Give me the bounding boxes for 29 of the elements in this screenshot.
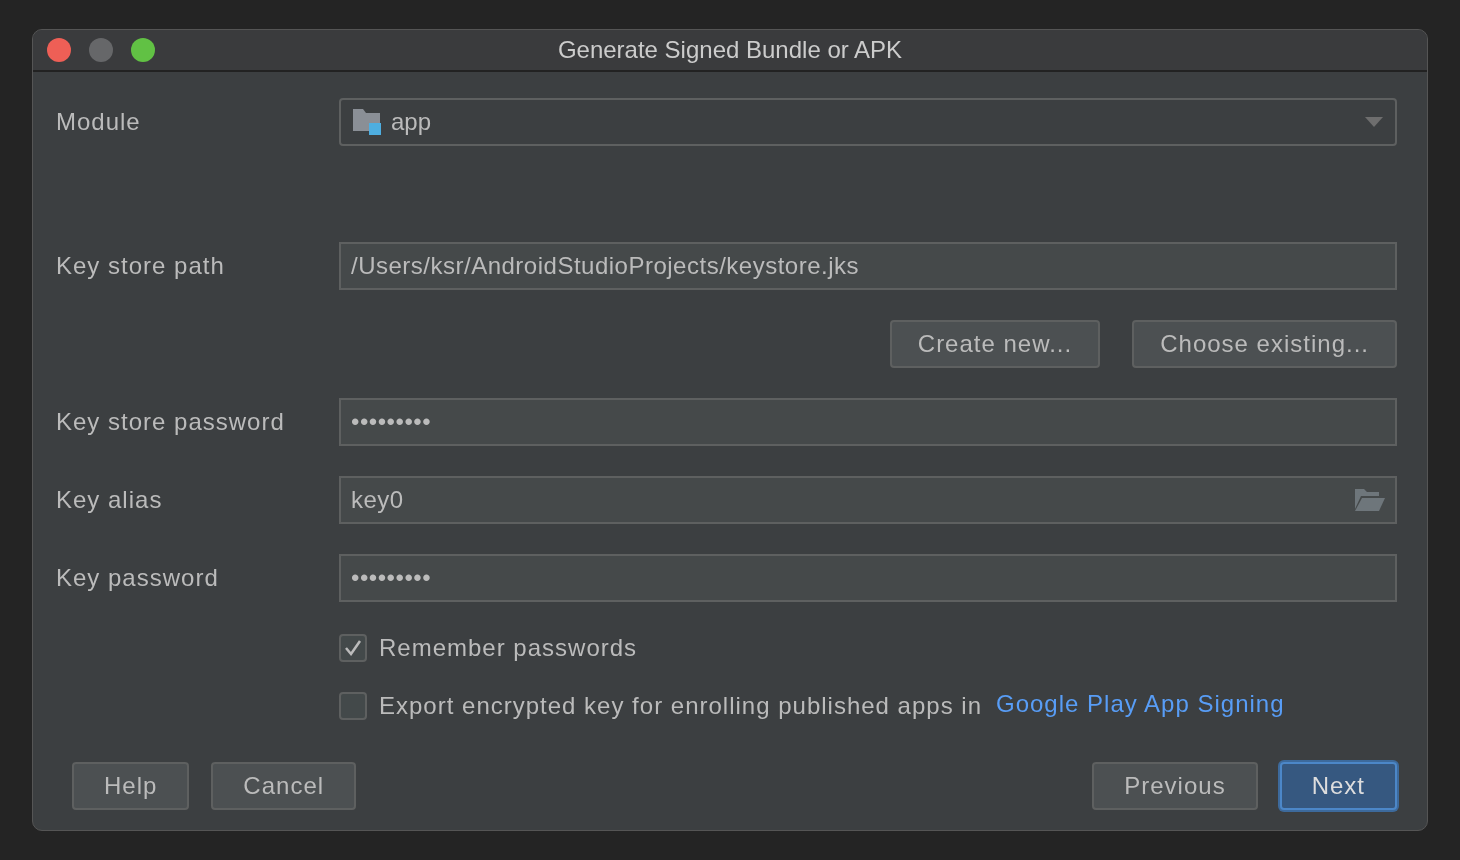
- dialog-button[interactable]: Help: [72, 762, 190, 810]
- checkmark-icon: [344, 640, 362, 656]
- field-label: Key store password: [56, 407, 286, 437]
- keystore-button[interactable]: Create new...: [889, 320, 1101, 368]
- checkbox-label: Remember passwords: [379, 633, 638, 663]
- dialog-button[interactable]: Previous: [1092, 762, 1258, 810]
- path-field[interactable]: /Users/ksr/AndroidStudioProjects/keystore.jks: [339, 242, 1397, 290]
- maximize-icon[interactable]: [131, 38, 155, 62]
- field-label: Module: [56, 107, 142, 137]
- password-field[interactable]: •••••••••: [339, 398, 1397, 446]
- field-label: Key store path: [56, 251, 226, 281]
- alias-field[interactable]: key0: [339, 476, 1397, 524]
- minimize-icon[interactable]: [89, 38, 113, 62]
- folder-icon[interactable]: [1355, 489, 1385, 511]
- field-label: Key alias: [56, 485, 164, 515]
- password-field[interactable]: •••••••••: [339, 554, 1397, 602]
- folder-icon: [353, 109, 383, 135]
- dialog-button[interactable]: Next: [1279, 762, 1397, 810]
- checkbox[interactable]: [339, 692, 367, 720]
- keystore-button[interactable]: Choose existing...: [1132, 320, 1397, 368]
- caret-icon: [1365, 117, 1383, 127]
- signing-link[interactable]: Google Play App Signing: [996, 686, 1285, 722]
- dialog-button[interactable]: Cancel: [211, 762, 357, 810]
- window-title: Generate Signed Bundle or APK: [557, 35, 903, 65]
- module-dropdown[interactable]: app: [339, 98, 1397, 146]
- close-icon[interactable]: [47, 38, 71, 62]
- checkbox-label: Export encrypted key for enrolling published apps in: [379, 691, 982, 721]
- checkbox[interactable]: [339, 634, 367, 662]
- field-label: Key password: [56, 563, 220, 593]
